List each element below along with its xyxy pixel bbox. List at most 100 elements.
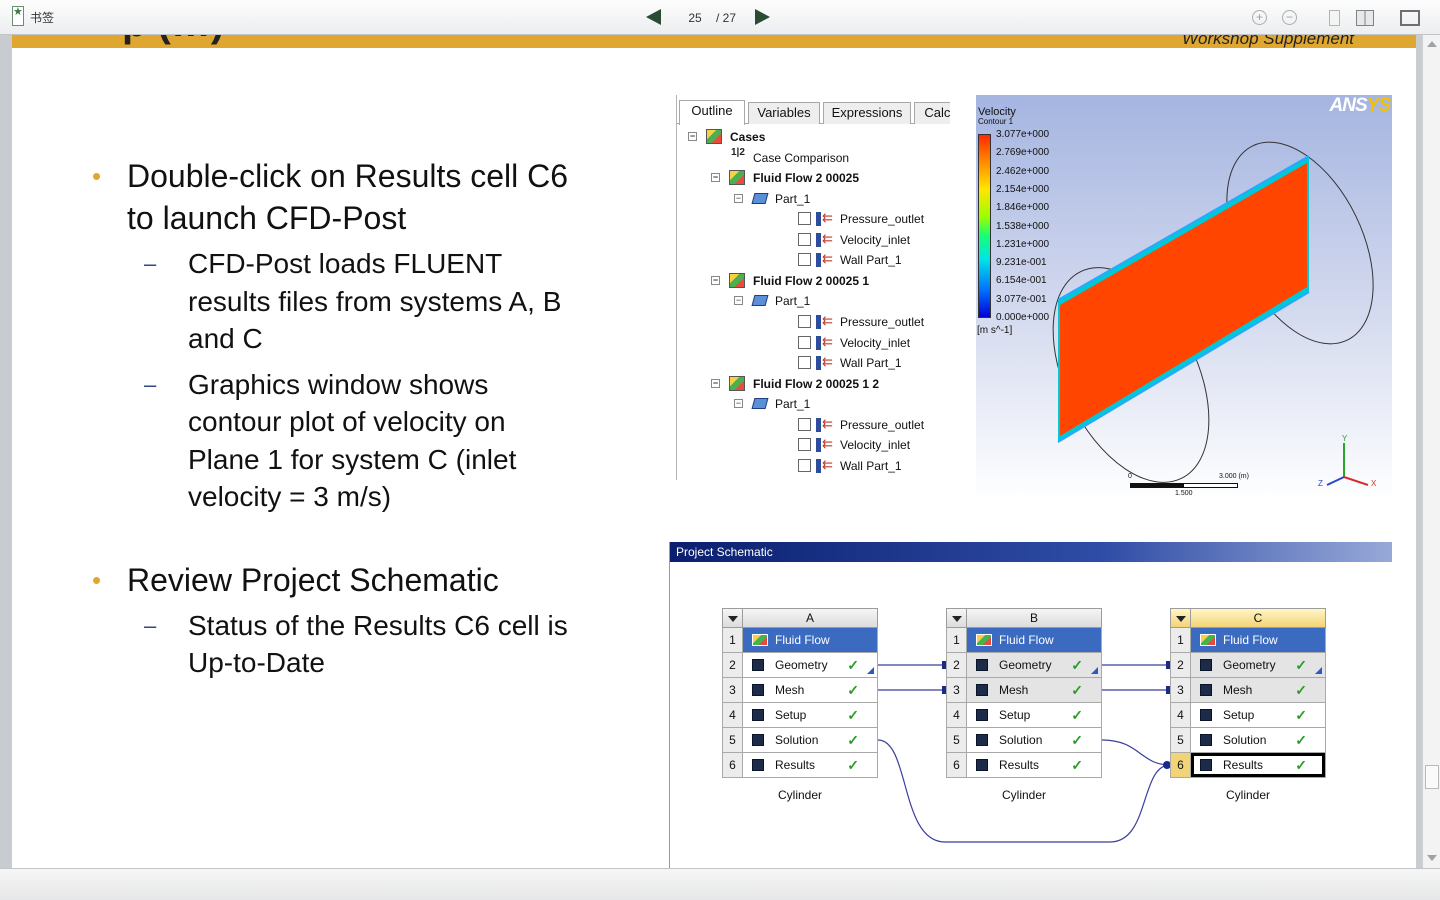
- single-page-view-icon[interactable]: [1329, 10, 1340, 26]
- outline-tree-item[interactable]: − Fluid Flow 2 00025 1: [677, 271, 950, 291]
- outline-tree-item[interactable]: − Part_1: [677, 189, 950, 209]
- outline-tree-item[interactable]: − Part_1: [677, 291, 950, 311]
- scroll-up-icon[interactable]: [1425, 38, 1438, 51]
- outline-tree-item[interactable]: 1|2 Case Comparison: [677, 147, 950, 168]
- cell-b3-mesh[interactable]: 3 Mesh ✓: [946, 678, 1102, 703]
- outline-tree-item[interactable]: Wall Part_1: [677, 352, 950, 373]
- fluid-flow-icon: [752, 634, 768, 646]
- up-to-date-check-icon: ✓: [847, 707, 859, 723]
- previous-page-button[interactable]: [646, 9, 662, 26]
- collapse-icon[interactable]: −: [711, 378, 720, 388]
- outline-tree-item[interactable]: − Cases: [677, 127, 950, 147]
- cell-b2-geometry[interactable]: 2 Geometry ✓: [946, 653, 1102, 678]
- outline-tab-calcu[interactable]: Calcu: [914, 102, 950, 124]
- visibility-checkbox[interactable]: [798, 253, 811, 267]
- zoom-in-icon[interactable]: +: [1252, 10, 1267, 25]
- cell-c3-mesh[interactable]: 3 Mesh ✓: [1170, 678, 1326, 703]
- fullscreen-icon[interactable]: [1400, 10, 1420, 26]
- collapse-icon[interactable]: −: [734, 193, 743, 203]
- collapse-icon[interactable]: −: [734, 399, 743, 409]
- cell-body: Mesh ✓: [967, 678, 1101, 702]
- cell-c4-setup[interactable]: 4 Setup ✓: [1170, 703, 1326, 728]
- outline-tree-item[interactable]: Pressure_outlet: [677, 311, 950, 332]
- visibility-checkbox[interactable]: [798, 212, 811, 226]
- outline-tree-item[interactable]: Velocity_inlet: [677, 332, 950, 353]
- collapse-icon[interactable]: −: [711, 173, 720, 183]
- visibility-checkbox[interactable]: [798, 232, 811, 246]
- cell-label: Fluid Flow: [999, 633, 1054, 647]
- system-name[interactable]: Cylinder: [1170, 788, 1326, 802]
- cell-type-icon: [752, 684, 764, 696]
- cell-number: 4: [723, 703, 743, 727]
- up-to-date-check-icon: ✓: [1295, 732, 1307, 748]
- bookmark-label[interactable]: 书签: [30, 9, 54, 26]
- visibility-checkbox[interactable]: [798, 314, 811, 328]
- bullet-dot-icon: •: [92, 564, 102, 595]
- outline-tree-item[interactable]: Pressure_outlet: [677, 208, 950, 229]
- cell-c1-fluid-flow[interactable]: 1 Fluid Flow: [1170, 628, 1326, 653]
- system-b[interactable]: B 1 Fluid Flow 2 Geometry ✓ 3 Mesh ✓ 4 Setup ✓ 5 Solu…: [946, 608, 1102, 778]
- outline-tab-expressions[interactable]: Expressions: [823, 102, 911, 124]
- visibility-checkbox[interactable]: [798, 356, 811, 370]
- visibility-checkbox[interactable]: [798, 417, 811, 431]
- outline-tree-item[interactable]: − Fluid Flow 2 00025: [677, 168, 950, 188]
- cell-b4-setup[interactable]: 4 Setup ✓: [946, 703, 1102, 728]
- outline-tree-item[interactable]: − Fluid Flow 2 00025 1 2: [677, 374, 950, 394]
- visibility-checkbox[interactable]: [798, 335, 811, 349]
- cell-number: 5: [1171, 728, 1191, 752]
- vertical-scrollbar[interactable]: [1422, 35, 1440, 868]
- cell-c5-solution[interactable]: 5 Solution ✓: [1170, 728, 1326, 753]
- cell-b1-fluid-flow[interactable]: 1 Fluid Flow: [946, 628, 1102, 653]
- next-page-button[interactable]: [754, 9, 770, 26]
- shared-corner-icon: [867, 667, 874, 674]
- system-header[interactable]: B: [946, 608, 1102, 628]
- system-name[interactable]: Cylinder: [946, 788, 1102, 802]
- visibility-checkbox[interactable]: [798, 438, 811, 452]
- cell-a2-geometry[interactable]: 2 Geometry ✓: [722, 653, 878, 678]
- current-page-field[interactable]: 25: [680, 11, 710, 25]
- two-page-view-icon[interactable]: [1356, 10, 1374, 26]
- cell-c2-geometry[interactable]: 2 Geometry ✓: [1170, 653, 1326, 678]
- collapse-icon[interactable]: −: [734, 296, 743, 306]
- collapse-icon[interactable]: −: [711, 275, 720, 285]
- cell-a6-results[interactable]: 6 Results ✓: [722, 753, 878, 778]
- cell-b5-solution[interactable]: 5 Solution ✓: [946, 728, 1102, 753]
- cell-b6-results[interactable]: 6 Results ✓: [946, 753, 1102, 778]
- cell-label: Geometry: [999, 658, 1052, 672]
- outline-tab-outline[interactable]: Outline: [679, 100, 745, 125]
- tree-item-label: Part_1: [775, 294, 811, 309]
- outline-tree-item[interactable]: Wall Part_1: [677, 249, 950, 270]
- bookmark-icon[interactable]: [12, 5, 24, 26]
- system-c[interactable]: C 1 Fluid Flow 2 Geometry ✓ 3 Mesh ✓ 4 Setup ✓ 5 Solu…: [1170, 608, 1326, 778]
- outline-tree-item[interactable]: Velocity_inlet: [677, 229, 950, 250]
- shared-corner-icon: [1315, 667, 1322, 674]
- cell-a5-solution[interactable]: 5 Solution ✓: [722, 728, 878, 753]
- collapse-icon[interactable]: −: [688, 132, 697, 141]
- scroll-thumb[interactable]: [1425, 765, 1439, 789]
- sub-bullet-item: – Status of the Results C6 cell is Up-to-D…: [144, 607, 624, 682]
- system-dropdown-icon[interactable]: [1171, 609, 1191, 628]
- status-bar: [0, 868, 1440, 900]
- cell-a3-mesh[interactable]: 3 Mesh ✓: [722, 678, 878, 703]
- outline-tree-item[interactable]: Velocity_inlet: [677, 434, 950, 455]
- system-name[interactable]: Cylinder: [722, 788, 878, 802]
- system-dropdown-icon[interactable]: [947, 609, 967, 628]
- cell-body: Results ✓: [967, 753, 1101, 777]
- system-header[interactable]: A: [722, 608, 878, 628]
- outline-tab-variables[interactable]: Variables: [748, 102, 820, 124]
- cell-label: Setup: [775, 708, 807, 722]
- outline-tree-item[interactable]: Pressure_outlet: [677, 414, 950, 435]
- system-dropdown-icon[interactable]: [723, 609, 743, 628]
- zoom-out-icon[interactable]: −: [1282, 10, 1297, 25]
- outline-tree-item[interactable]: − Part_1: [677, 394, 950, 414]
- system-header[interactable]: C: [1170, 608, 1326, 628]
- system-letter: C: [1253, 611, 1263, 625]
- outline-tree-item[interactable]: Wall Part_1: [677, 455, 950, 476]
- cell-a4-setup[interactable]: 4 Setup ✓: [722, 703, 878, 728]
- cell-a1-fluid-flow[interactable]: 1 Fluid Flow: [722, 628, 878, 653]
- outline-tabs: OutlineVariablesExpressionsCalcu: [677, 100, 950, 125]
- visibility-checkbox[interactable]: [798, 458, 811, 472]
- system-a[interactable]: A 1 Fluid Flow 2 Geometry ✓ 3 Mesh ✓ 4 Setup ✓ 5 Solu…: [722, 608, 878, 778]
- cell-c6-results[interactable]: 6 Results ✓: [1170, 753, 1326, 778]
- scroll-down-icon[interactable]: [1425, 852, 1438, 865]
